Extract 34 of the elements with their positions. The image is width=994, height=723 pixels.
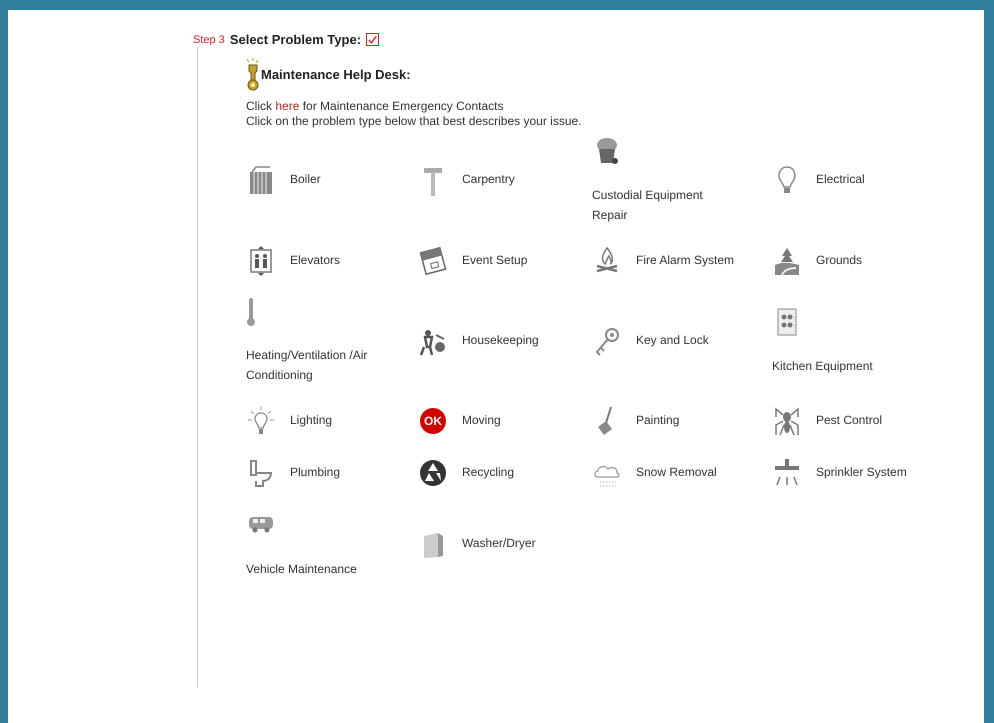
problem-type-link[interactable]: Pest Control bbox=[772, 405, 952, 437]
emergency-contacts-text: Click here for Maintenance Emergency Contacts bbox=[246, 99, 504, 114]
problem-type-link[interactable]: Washer/Dryer bbox=[418, 528, 592, 560]
problem-type-link[interactable]: Heating/Ventilation /Air Conditioning bbox=[246, 297, 418, 385]
problem-type-link[interactable]: Fire Alarm System bbox=[592, 245, 772, 277]
problem-type-link[interactable]: Kitchen Equipment bbox=[772, 306, 952, 376]
ok-badge-icon: OK bbox=[420, 408, 446, 434]
thermometer-icon bbox=[246, 297, 256, 327]
problem-type-link[interactable]: Electrical bbox=[772, 164, 952, 196]
problem-type-link[interactable]: Recycling bbox=[418, 457, 592, 489]
problem-type-link[interactable]: Vehicle Maintenance bbox=[246, 509, 418, 579]
section-title: Select Problem Type: bbox=[230, 32, 362, 47]
problem-type-link[interactable]: Painting bbox=[592, 405, 772, 437]
problem-type-link[interactable]: OK Moving bbox=[418, 405, 592, 437]
problem-type-link[interactable]: Sprinkler System bbox=[772, 457, 952, 489]
problem-type-link[interactable]: Event Setup bbox=[418, 245, 592, 277]
recycle-icon bbox=[418, 457, 448, 489]
problem-type-link[interactable]: Boiler bbox=[246, 164, 418, 196]
problem-type-link[interactable]: Key and Lock bbox=[592, 325, 772, 357]
problem-type-link[interactable]: Elevators bbox=[246, 245, 418, 277]
problem-type-link[interactable]: Plumbing bbox=[246, 457, 418, 489]
problem-type-link[interactable]: Grounds bbox=[772, 245, 952, 277]
problem-type-link[interactable]: Custodial Equipment Repair bbox=[592, 135, 772, 225]
here-link[interactable]: here bbox=[275, 99, 300, 113]
help-desk-title: Maintenance Help Desk: bbox=[261, 66, 411, 82]
problem-type-link[interactable]: Housekeeping bbox=[418, 325, 592, 357]
light-bulb-icon bbox=[246, 405, 276, 437]
problem-type-link[interactable]: Carpentry bbox=[418, 164, 592, 196]
instruction-text: Click on the problem type below that best describes your issue. bbox=[246, 114, 583, 129]
wrench-icon bbox=[246, 57, 259, 91]
checkbox[interactable] bbox=[366, 33, 380, 46]
problem-type-link[interactable]: Snow Removal bbox=[592, 457, 772, 489]
problem-type-link[interactable]: Lighting bbox=[246, 405, 418, 437]
step-label: Step 3 bbox=[193, 34, 225, 46]
